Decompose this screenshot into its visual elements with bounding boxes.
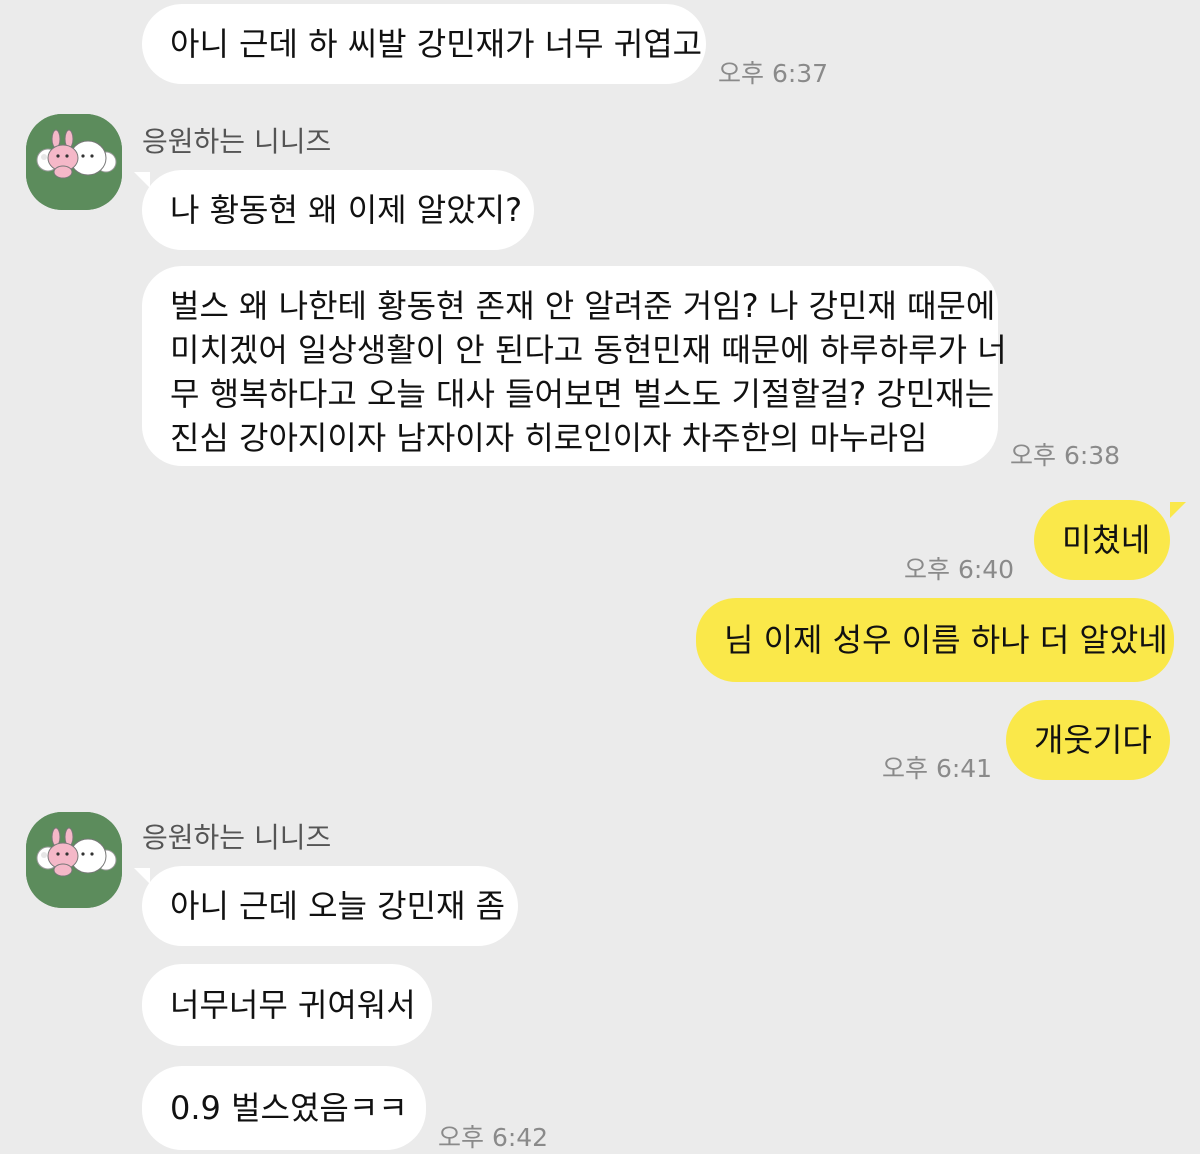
avatar-character-icon <box>26 812 122 908</box>
message-text: 미쳤네 <box>1062 521 1151 559</box>
message-text: 나 황동현 왜 이제 알았지? <box>170 191 523 229</box>
message-bubble-outgoing[interactable]: 미쳤네 <box>1034 500 1170 580</box>
sender-name: 응원하는 니니즈 <box>142 125 332 158</box>
message-bubble-incoming[interactable]: 나 황동현 왜 이제 알았지? <box>142 170 534 250</box>
bubble-tail <box>1170 502 1186 518</box>
bubble-tail <box>134 868 150 884</box>
message-bubble-incoming[interactable]: 벌스 왜 나한테 황동현 존재 안 알려준 거임? 나 강민재 때문에 미치겠어… <box>142 266 1007 466</box>
message-bubble-incoming[interactable]: 아니 근데 오늘 강민재 좀 <box>142 866 518 946</box>
message-bubble-outgoing[interactable]: 개웃기다 <box>1006 700 1170 780</box>
message-text-line: 무 행복하다고 오늘 대사 들어보면 벌스도 기절할걸? 강민재는 <box>170 375 995 413</box>
message-text: 아니 근데 하 씨발 강민재가 너무 귀엽고 <box>170 25 703 63</box>
avatar-character-icon <box>26 114 122 210</box>
message-text: 개웃기다 <box>1034 721 1152 759</box>
message-bubble-outgoing[interactable]: 님 이제 성우 이름 하나 더 알았네 <box>696 598 1174 682</box>
message-time: 오후 6:37 <box>718 59 829 88</box>
message-time: 오후 6:42 <box>438 1123 549 1152</box>
message-text-line: 벌스 왜 나한테 황동현 존재 안 알려준 거임? 나 강민재 때문에 <box>170 287 996 325</box>
sender-name: 응원하는 니니즈 <box>142 821 332 854</box>
message-text: 너무너무 귀여워서 <box>170 986 416 1024</box>
bubble-tail <box>134 172 150 188</box>
message-text-line: 진심 강아지이자 남자이자 히로인이자 차주한의 마누라임 <box>170 419 928 457</box>
avatar[interactable] <box>26 114 122 210</box>
message-text-line: 미치겠어 일상생활이 안 된다고 동현민재 때문에 하루하루가 너 <box>170 331 1007 369</box>
message-bubble-incoming[interactable]: 아니 근데 하 씨발 강민재가 너무 귀엽고 <box>142 4 706 84</box>
message-text: 님 이제 성우 이름 하나 더 알았네 <box>724 621 1168 659</box>
message-bubble-incoming[interactable]: 0.9 벌스였음ㅋㅋ <box>142 1066 426 1150</box>
message-text: 아니 근데 오늘 강민재 좀 <box>170 887 506 925</box>
avatar[interactable] <box>26 812 122 908</box>
message-time: 오후 6:38 <box>1010 441 1121 470</box>
message-text: 0.9 벌스였음ㅋㅋ <box>170 1089 408 1127</box>
message-bubble-incoming[interactable]: 너무너무 귀여워서 <box>142 964 432 1046</box>
message-time: 오후 6:40 <box>904 555 1015 584</box>
message-time: 오후 6:41 <box>882 754 993 783</box>
